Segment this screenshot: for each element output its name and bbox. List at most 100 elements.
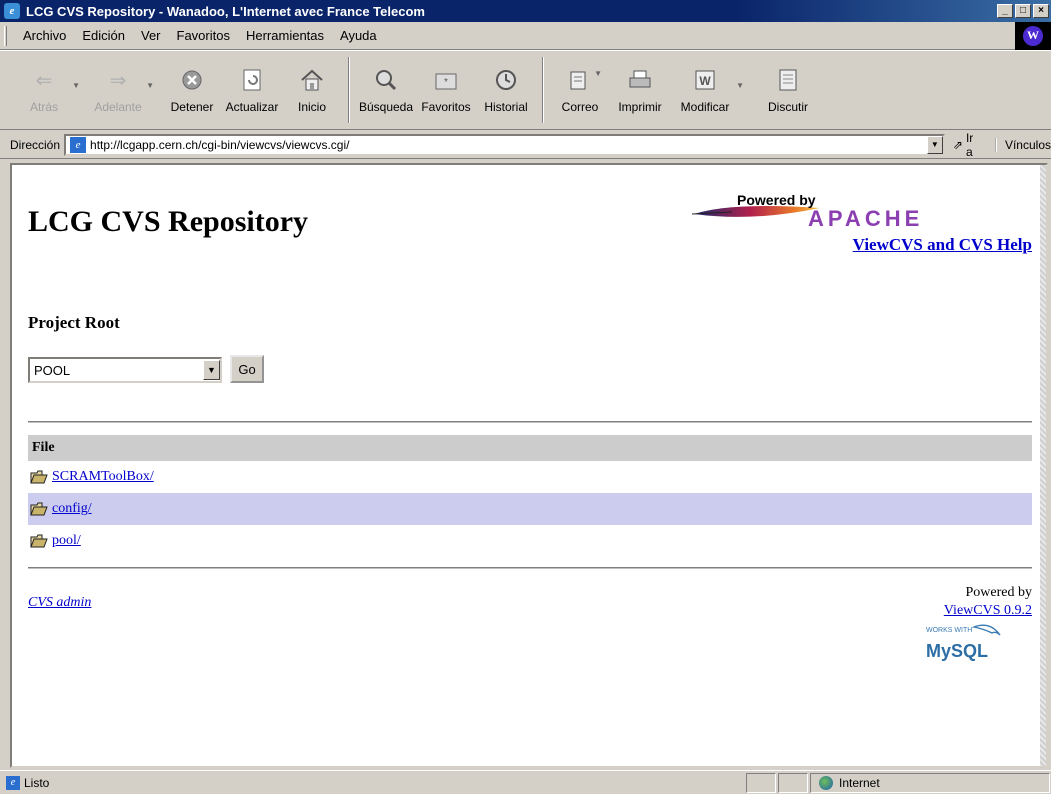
forward-dropdown-icon[interactable]: ▼ <box>146 81 154 90</box>
search-label: Búsqueda <box>358 100 414 114</box>
mail-dropdown-icon[interactable]: ▼ <box>594 69 602 78</box>
refresh-button[interactable]: Actualizar <box>222 51 282 129</box>
edit-button[interactable]: W Modificar ▼ <box>670 51 744 129</box>
address-input[interactable]: e http://lcgapp.cern.ch/cgi-bin/viewcvs/… <box>64 133 945 156</box>
menu-bar: Archivo Edición Ver Favoritos Herramient… <box>0 21 1051 50</box>
mysql-logo: WORKS WITH MySQL <box>926 623 1012 663</box>
table-row: SCRAMToolBox/ <box>28 461 1032 493</box>
status-bar: e Listo Internet <box>0 770 1051 794</box>
chevron-down-icon[interactable]: ▼ <box>203 360 220 380</box>
maximize-button[interactable]: □ <box>1015 4 1031 18</box>
folder-link-config[interactable]: config/ <box>52 501 92 517</box>
home-button[interactable]: Inicio <box>282 51 342 129</box>
history-label: Historial <box>484 100 528 114</box>
cvs-admin-link[interactable]: CVS admin <box>28 595 91 611</box>
home-label: Inicio <box>297 100 326 114</box>
back-arrow-icon: ⇐ <box>35 69 53 92</box>
security-zone: Internet <box>810 772 1050 793</box>
print-button[interactable]: Imprimir <box>610 51 670 129</box>
status-pane <box>746 772 776 793</box>
forward-button[interactable]: ⇒ Adelante ▼ <box>88 51 154 129</box>
file-column-header: File <box>28 435 1032 461</box>
back-label: Atrás <box>29 100 58 114</box>
status-text: Listo <box>24 775 50 790</box>
menu-favoritos[interactable]: Favoritos <box>169 28 238 43</box>
close-button[interactable]: × <box>1033 4 1049 18</box>
mail-label: Correo <box>561 100 599 114</box>
wanadoo-logo-icon: W <box>1023 25 1043 46</box>
go-button[interactable]: Go <box>230 355 264 383</box>
stop-label: Detener <box>170 100 214 114</box>
project-root-select[interactable]: POOL ▼ <box>28 357 222 383</box>
mysql-works-with-text: WORKS WITH <box>926 627 973 634</box>
file-table: File SCRAMToolBox/ config/ pool/ <box>28 435 1032 557</box>
menu-grip[interactable] <box>4 25 7 46</box>
page-viewport: LCG CVS Repository Powered by APACHE Vie… <box>10 163 1048 768</box>
folder-icon <box>30 502 48 516</box>
viewcvs-help-link[interactable]: ViewCVS and CVS Help <box>853 235 1032 255</box>
menu-edicion[interactable]: Edición <box>74 28 133 43</box>
menu-archivo[interactable]: Archivo <box>15 28 74 43</box>
back-button[interactable]: ⇐ Atrás ▼ <box>14 51 80 129</box>
project-root-heading: Project Root <box>28 313 120 332</box>
page-icon: e <box>70 136 87 153</box>
folder-icon <box>30 534 48 548</box>
go-arrow-icon: ⇗ <box>952 137 963 152</box>
toolbar-separator <box>348 57 350 123</box>
divider <box>28 567 1032 569</box>
back-dropdown-icon[interactable]: ▼ <box>72 81 80 90</box>
ie-icon: e <box>4 3 20 19</box>
mail-button[interactable]: Correo ▼ <box>550 51 610 129</box>
svg-text:W: W <box>699 74 711 88</box>
print-icon <box>626 66 654 94</box>
table-row: config/ <box>28 493 1032 525</box>
menu-herramientas[interactable]: Herramientas <box>238 28 332 43</box>
edit-dropdown-icon[interactable]: ▼ <box>736 81 744 90</box>
globe-icon <box>819 775 833 790</box>
page-title: LCG CVS Repository <box>28 205 309 238</box>
table-row: pool/ <box>28 525 1032 557</box>
address-dropdown-icon[interactable]: ▼ <box>926 135 943 154</box>
page-status-icon: e <box>6 775 20 790</box>
go-to-button[interactable]: ⇗ Ir a <box>953 131 983 159</box>
history-button[interactable]: Historial <box>476 51 536 129</box>
folder-link-scramtoolbox[interactable]: SCRAMToolBox/ <box>52 469 154 485</box>
divider <box>28 421 1032 423</box>
home-icon <box>298 66 326 94</box>
viewcvs-version-link[interactable]: ViewCVS 0.9.2 <box>944 603 1032 619</box>
minimize-button[interactable]: _ <box>997 4 1013 18</box>
toolbar-separator <box>542 57 544 123</box>
status-pane <box>778 772 808 793</box>
forward-label: Adelante <box>94 100 142 114</box>
apache-powered-text: Powered by <box>737 192 816 208</box>
wanadoo-logo: W <box>1015 21 1051 50</box>
menu-ayuda[interactable]: Ayuda <box>332 28 385 43</box>
refresh-icon <box>238 66 266 94</box>
discuss-icon <box>774 66 802 94</box>
edit-label: Modificar <box>680 100 730 114</box>
address-url[interactable]: http://lcgapp.cern.ch/cgi-bin/viewcvs/vi… <box>90 138 927 152</box>
mail-icon <box>566 66 594 94</box>
vertical-scrollbar[interactable] <box>1040 165 1046 766</box>
stop-button[interactable]: Detener <box>162 51 222 129</box>
menu-ver[interactable]: Ver <box>133 28 169 43</box>
toolbar: ⇐ Atrás ▼ ⇒ Adelante ▼ Detener Actualiza… <box>0 50 1051 130</box>
discuss-button[interactable]: Discutir <box>758 51 818 129</box>
folder-link-pool[interactable]: pool/ <box>52 533 81 549</box>
favorites-icon: * <box>432 66 460 94</box>
search-button[interactable]: Búsqueda <box>356 51 416 129</box>
edit-icon: W <box>691 66 719 94</box>
forward-arrow-icon: ⇒ <box>109 69 127 92</box>
history-icon <box>492 66 520 94</box>
title-bar: e LCG CVS Repository - Wanadoo, L'Intern… <box>0 0 1051 22</box>
print-label: Imprimir <box>618 100 662 114</box>
links-button[interactable]: Vínculos <box>994 137 1051 152</box>
favorites-label: Favoritos <box>421 100 471 114</box>
stop-icon <box>178 66 206 94</box>
zone-label: Internet <box>839 775 880 790</box>
page-content: LCG CVS Repository Powered by APACHE Vie… <box>12 165 1042 766</box>
search-icon <box>372 66 400 94</box>
mysql-wordmark: MySQL <box>926 641 989 661</box>
project-root-value: POOL <box>34 362 71 378</box>
favorites-button[interactable]: * Favoritos <box>416 51 476 129</box>
